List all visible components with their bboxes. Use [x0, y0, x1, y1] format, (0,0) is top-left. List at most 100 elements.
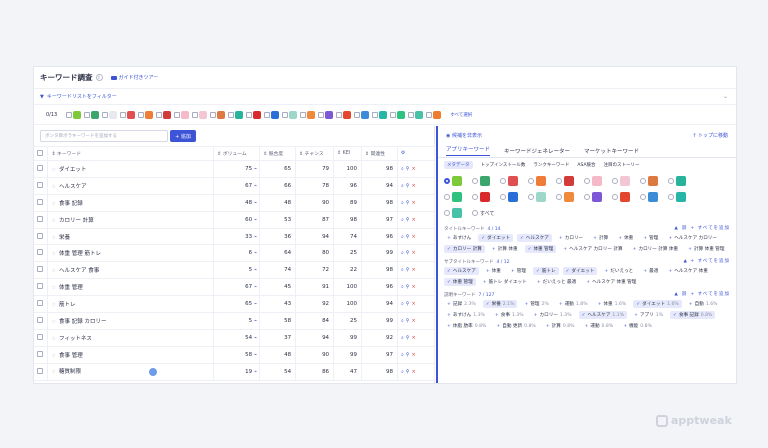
keyword-chip[interactable]: ✓ 食事 記録 0.8%	[670, 311, 716, 319]
app-radio-item[interactable]	[640, 176, 668, 186]
star-icon[interactable]: ☆	[51, 184, 55, 190]
tab-keyword-generator[interactable]: キーワードジェネレーター	[504, 147, 570, 155]
star-icon[interactable]: ☆	[51, 302, 55, 308]
app-checkbox[interactable]	[66, 111, 73, 118]
keyword-chip[interactable]: ✓ ダイエット	[562, 267, 598, 275]
keyword-chip[interactable]: ✓ ヘルスケア	[517, 234, 552, 242]
delete-icon[interactable]: ×	[411, 250, 417, 256]
col-relevance[interactable]: ⇕ 関連性	[361, 146, 398, 161]
row-checkbox[interactable]	[37, 198, 43, 205]
app-filter-item[interactable]	[192, 110, 208, 119]
star-icon[interactable]: ☆	[51, 218, 55, 224]
app-checkbox[interactable]	[354, 111, 361, 118]
link-icon[interactable]: ⛓	[681, 292, 688, 297]
delete-icon[interactable]: ×	[411, 318, 417, 324]
keyword-chip[interactable]: + 計算	[590, 234, 611, 242]
row-checkbox-cell[interactable]	[34, 194, 49, 212]
app-radio[interactable]	[668, 194, 674, 200]
delete-icon[interactable]: ×	[411, 166, 417, 172]
trend-graph-icon[interactable]: ⌁	[254, 301, 257, 307]
trend-graph-icon[interactable]: ⌁	[254, 369, 257, 375]
app-radio[interactable]	[584, 194, 590, 200]
app-checkbox[interactable]	[102, 111, 109, 118]
app-checkbox[interactable]	[174, 111, 181, 118]
delete-icon[interactable]: ×	[411, 267, 417, 273]
keyword-chip[interactable]: + 管理	[640, 234, 661, 242]
app-filter-item[interactable]	[408, 110, 424, 119]
app-checkbox[interactable]	[120, 111, 127, 118]
app-radio[interactable]	[472, 178, 478, 184]
keyword-chip[interactable]: + 記録 2.3%	[444, 300, 479, 308]
app-radio-item[interactable]	[444, 192, 472, 202]
app-filter-item[interactable]	[426, 110, 442, 119]
trend-graph-icon[interactable]: ⌁	[254, 250, 257, 256]
app-radio-item[interactable]	[612, 176, 640, 186]
keyword-chip[interactable]: + 食事 1.3%	[492, 311, 527, 319]
app-filter-item[interactable]	[228, 110, 244, 119]
app-radio[interactable]	[640, 194, 646, 200]
select-all-apps-button[interactable]: すべて選択	[450, 112, 472, 118]
hide-suggestions-link[interactable]: ◉ 候補を非表示	[446, 132, 482, 139]
row-checkbox[interactable]	[37, 181, 43, 188]
app-checkbox[interactable]	[426, 111, 433, 118]
keyword-chip[interactable]: + カロリー	[556, 234, 586, 242]
col-chance[interactable]: ⇕ チャンス	[295, 146, 335, 161]
row-checkbox[interactable]	[37, 350, 43, 357]
row-checkbox[interactable]	[37, 367, 43, 374]
keyword-chip[interactable]: + カロリー 計算 体重	[630, 245, 682, 253]
app-radio-item[interactable]	[528, 176, 556, 186]
delete-icon[interactable]: ×	[411, 217, 417, 223]
link-icon[interactable]: ⛓	[681, 226, 688, 231]
app-checkbox[interactable]	[192, 111, 199, 118]
star-icon[interactable]: ☆	[51, 285, 55, 291]
trend-graph-icon[interactable]: ⌁	[254, 166, 257, 172]
chart-icon[interactable]: ▲	[674, 226, 678, 231]
keyword-chip[interactable]: + 計算 体重	[489, 245, 521, 253]
star-icon[interactable]: ☆	[51, 268, 55, 274]
app-radio-item[interactable]	[472, 176, 500, 186]
star-icon[interactable]: ☆	[51, 201, 55, 207]
app-checkbox[interactable]	[138, 111, 145, 118]
app-radio-item[interactable]	[500, 176, 528, 186]
delete-icon[interactable]: ×	[411, 335, 417, 341]
row-checkbox-cell[interactable]	[34, 244, 49, 263]
keyword-chip[interactable]: + 体重	[483, 267, 504, 275]
keyword-chip[interactable]: + 管理	[508, 267, 529, 275]
keyword-chip[interactable]: + ヘルスケア 体重 管理	[583, 278, 639, 286]
star-icon[interactable]: ☆	[51, 235, 55, 241]
row-checkbox[interactable]	[37, 164, 43, 171]
app-radio-item[interactable]	[668, 176, 696, 186]
app-filter-item[interactable]	[300, 110, 316, 119]
app-radio[interactable]	[612, 178, 618, 184]
keyword-chip[interactable]: + ヘルスケア 体重	[665, 267, 710, 275]
tab-market-keywords[interactable]: マーケットキーワード	[584, 147, 639, 155]
select-all-checkbox-cell[interactable]	[34, 146, 49, 161]
row-checkbox-cell[interactable]	[34, 177, 49, 195]
app-radio-item[interactable]	[556, 176, 584, 186]
app-checkbox[interactable]	[264, 111, 271, 118]
app-radio-item[interactable]	[444, 176, 472, 186]
keyword-chip[interactable]: + 運動 1.8%	[556, 300, 591, 308]
star-icon[interactable]: ☆	[51, 251, 55, 257]
keyword-chip[interactable]: + だいえっと 最適	[534, 278, 579, 286]
app-filter-item[interactable]	[354, 110, 370, 119]
row-checkbox-cell[interactable]	[34, 278, 49, 297]
app-checkbox[interactable]	[282, 111, 289, 118]
keyword-chip[interactable]: + あすけん	[444, 234, 474, 242]
keyword-chip[interactable]: + あすけん 1.3%	[444, 311, 488, 319]
app-radio[interactable]	[472, 210, 478, 216]
tab-app-keywords[interactable]: アプリキーワード	[446, 145, 491, 156]
app-radio[interactable]	[528, 194, 534, 200]
app-checkbox[interactable]	[408, 111, 415, 118]
app-filter-item[interactable]	[246, 110, 262, 119]
app-radio[interactable]	[556, 178, 562, 184]
trend-graph-icon[interactable]: ⌁	[254, 335, 257, 341]
star-icon[interactable]: ☆	[51, 319, 55, 325]
app-radio-item[interactable]	[668, 192, 696, 202]
row-checkbox[interactable]	[37, 266, 43, 273]
keyword-chip[interactable]: + 運動 0.8%	[581, 322, 616, 330]
app-radio[interactable]	[640, 178, 646, 184]
keyword-add-input[interactable]: ボンタ目ボラキーワードを追加する	[40, 130, 168, 142]
delete-icon[interactable]: ×	[411, 352, 417, 358]
app-radio-item[interactable]	[444, 208, 472, 218]
